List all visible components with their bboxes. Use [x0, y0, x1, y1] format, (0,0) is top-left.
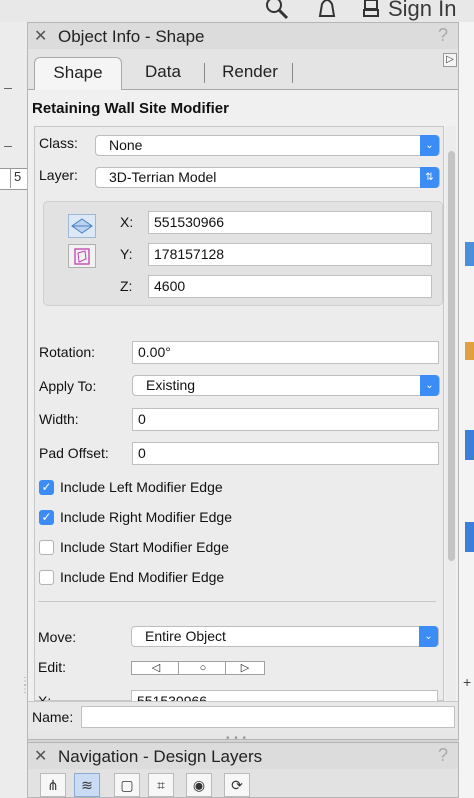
width-field[interactable]: 0: [132, 408, 439, 431]
object-type-heading: Retaining Wall Site Modifier: [32, 100, 229, 117]
position-group: X: 551530966 Y: 178157128 Z: 4600: [43, 201, 443, 306]
edit-label: Edit:: [38, 659, 67, 675]
drawing-area-left: 5 ⋮ ⋮: [0, 22, 30, 798]
ruler-value: 5: [14, 169, 22, 184]
checkbox-label: Include Right Modifier Edge: [60, 509, 232, 525]
help-icon[interactable]: ?: [438, 745, 448, 766]
scrollbar-thumb[interactable]: [448, 151, 455, 561]
plane-view-icon[interactable]: [68, 214, 96, 238]
tab-bar: Shape Data Render ▷: [28, 49, 458, 90]
name-field[interactable]: [81, 706, 455, 728]
x-label: X:: [120, 214, 134, 230]
top-toolbar: Sign In: [0, 0, 474, 23]
y-label: Y:: [120, 246, 133, 262]
viewports-icon[interactable]: ⌗: [148, 773, 174, 797]
tab-shape-label: Shape: [53, 63, 103, 82]
checkbox-checked-icon[interactable]: ✓: [39, 510, 54, 525]
chevron-down-icon: ⌄: [420, 135, 439, 156]
section-divider: [38, 601, 436, 602]
tab-render[interactable]: Render: [210, 57, 290, 89]
class-select-value: None: [109, 137, 143, 153]
pad-offset-field[interactable]: 0: [132, 442, 439, 465]
checkbox-unchecked-icon[interactable]: ✓: [39, 540, 54, 555]
shape-pane: Retaining Wall Site Modifier Class: None…: [28, 90, 458, 712]
layer-select-value: 3D-Terrian Model: [109, 169, 217, 185]
checkbox-unchecked-icon[interactable]: ✓: [39, 570, 54, 585]
stepper-arrows-icon: ⇅: [420, 167, 439, 188]
apply-to-label: Apply To:: [39, 378, 97, 394]
edit-select-button[interactable]: ○: [178, 661, 228, 675]
name-bar: Name:: [28, 701, 458, 732]
edit-previous-button[interactable]: ◁: [131, 661, 181, 675]
plus-icon[interactable]: +: [463, 674, 471, 690]
checkbox-label: Include End Modifier Edge: [60, 569, 225, 585]
saved-views-icon[interactable]: ◉: [186, 773, 212, 797]
drawing-area-right: +: [459, 22, 474, 798]
z-field[interactable]: 4600: [148, 275, 432, 298]
y-field[interactable]: 178157128: [148, 243, 432, 266]
move-select[interactable]: Entire Object ⌄: [131, 626, 439, 647]
checkbox-label: Include Start Modifier Edge: [60, 539, 229, 555]
width-label: Width:: [39, 411, 79, 427]
z-label: Z:: [120, 278, 133, 294]
edit-next-button[interactable]: ▷: [225, 661, 265, 675]
tab-separator: [292, 63, 293, 83]
parameters-panel: Class: None ⌄ Layer: 3D-Terrian Model ⇅ …: [34, 126, 444, 701]
rotation-field[interactable]: 0.00°: [132, 341, 439, 364]
navigation-title: Navigation - Design Layers: [58, 747, 263, 766]
checkbox-left-edge[interactable]: ✓ Include Left Modifier Edge: [39, 479, 339, 497]
checkbox-right-edge[interactable]: ✓ Include Right Modifier Edge: [39, 509, 339, 527]
checkbox-start-edge[interactable]: ✓ Include Start Modifier Edge: [39, 539, 339, 557]
palette-titlebar[interactable]: ✕ Object Info - Shape ?: [28, 23, 458, 50]
class-select[interactable]: None ⌄: [95, 135, 440, 156]
layer-select[interactable]: 3D-Terrian Model ⇅: [95, 167, 440, 188]
rotation-label: Rotation:: [39, 344, 96, 360]
checkbox-checked-icon[interactable]: ✓: [39, 480, 54, 495]
layer-label: Layer:: [39, 167, 78, 183]
tab-menu-arrow-icon[interactable]: ▷: [443, 53, 457, 67]
move-select-value: Entire Object: [145, 628, 226, 644]
screen-plane-icon[interactable]: [68, 244, 96, 268]
apply-to-select-value: Existing: [146, 377, 196, 393]
navigation-titlebar[interactable]: ✕ Navigation - Design Layers ?: [28, 743, 458, 769]
chevron-down-icon: ⌄: [420, 375, 439, 396]
close-icon[interactable]: ✕: [34, 26, 47, 46]
close-icon[interactable]: ✕: [34, 746, 47, 766]
chevron-down-icon: ⌄: [419, 626, 438, 647]
tab-data-label: Data: [145, 62, 181, 81]
apply-to-select[interactable]: Existing ⌄: [132, 375, 440, 396]
name-label: Name:: [32, 709, 74, 725]
move-label: Move:: [38, 629, 77, 645]
classes-icon[interactable]: ⋔: [40, 773, 66, 797]
tab-data[interactable]: Data: [128, 57, 198, 89]
tab-render-label: Render: [222, 62, 278, 81]
layers-icon[interactable]: ≋: [74, 773, 100, 797]
class-label: Class:: [39, 135, 78, 151]
navigation-palette: ✕ Navigation - Design Layers ? ⋔ ≋ ▢ ⌗ ◉…: [27, 742, 459, 798]
sheet-layers-icon[interactable]: ▢: [114, 773, 140, 797]
object-info-palette: ✕ Object Info - Shape ? Shape Data Rende…: [27, 22, 459, 740]
checkbox-end-edge[interactable]: ✓ Include End Modifier Edge: [39, 569, 339, 587]
references-icon[interactable]: ⟳: [224, 773, 250, 797]
sign-in-link[interactable]: Sign In: [388, 0, 457, 22]
palette-title: Object Info - Shape: [58, 27, 205, 46]
x-field[interactable]: 551530966: [148, 211, 432, 234]
tab-separator: [204, 63, 205, 83]
tab-shape[interactable]: Shape: [34, 57, 122, 90]
help-icon[interactable]: ?: [438, 25, 448, 46]
pad-offset-label: Pad Offset:: [39, 445, 109, 461]
checkbox-label: Include Left Modifier Edge: [60, 479, 223, 495]
